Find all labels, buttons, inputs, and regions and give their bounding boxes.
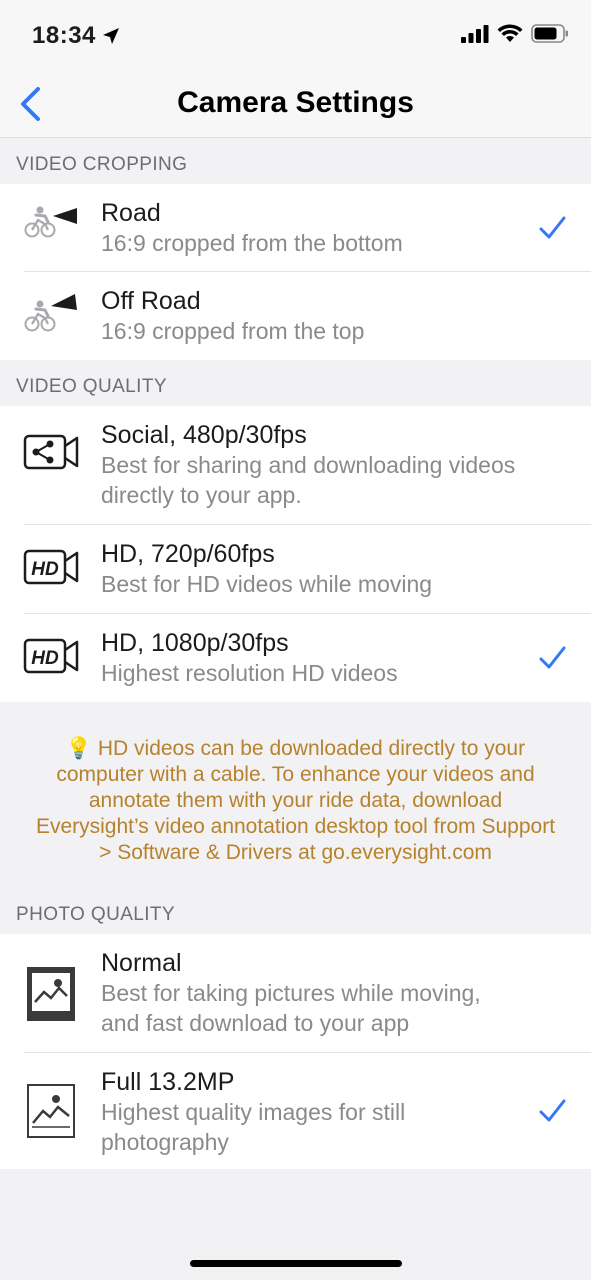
- option-row-hd-720[interactable]: HD HD, 720p/60fps Best for HD videos whi…: [0, 525, 591, 613]
- icon-container: [0, 1067, 101, 1139]
- battery-icon: [531, 24, 568, 43]
- option-texts: Social, 480p/30fps Best for sharing and …: [101, 420, 591, 524]
- page-title: Camera Settings: [177, 86, 414, 119]
- option-subtitle: Best for HD videos while moving: [101, 571, 433, 597]
- video-cropping-group: Road 16:9 cropped from the bottom Off Ro…: [0, 184, 591, 360]
- option-row-social[interactable]: Social, 480p/30fps Best for sharing and …: [0, 406, 591, 524]
- option-subtitle: Highest quality images for still photogr…: [101, 1099, 406, 1155]
- status-time: 18:34: [32, 22, 120, 50]
- option-title: HD, 1080p/30fps: [101, 629, 289, 657]
- option-title: Social, 480p/30fps: [101, 421, 307, 449]
- option-row-full-13mp[interactable]: Full 13.2MP Highest quality images for s…: [0, 1053, 591, 1169]
- option-subtitle: 16:9 cropped from the top: [101, 318, 365, 344]
- icon-container: HD: [0, 628, 101, 674]
- checkmark-icon: [539, 216, 566, 238]
- hd-badge-text: HD: [31, 648, 59, 669]
- section-header-photo-quality: PHOTO QUALITY: [16, 904, 175, 925]
- option-subtitle: 16:9 cropped from the bottom: [101, 230, 403, 256]
- option-title: Normal: [101, 949, 182, 977]
- option-title: Road: [101, 199, 161, 227]
- option-texts: Off Road 16:9 cropped from the top: [101, 286, 591, 360]
- option-texts: Full 13.2MP Highest quality images for s…: [101, 1067, 591, 1171]
- option-title: Full 13.2MP: [101, 1068, 235, 1096]
- cellular-signal-icon: [461, 24, 489, 43]
- option-texts: Road 16:9 cropped from the bottom: [101, 198, 591, 272]
- photo-outline-icon: [26, 1084, 75, 1138]
- home-indicator[interactable]: [190, 1260, 402, 1267]
- icon-container: [0, 286, 101, 334]
- cyclist-camera-icon: [24, 206, 77, 238]
- section-header-video-cropping: VIDEO CROPPING: [16, 154, 188, 175]
- option-title: HD, 720p/60fps: [101, 540, 275, 568]
- icon-container: [0, 420, 101, 470]
- option-texts: Normal Best for taking pictures while mo…: [101, 948, 591, 1052]
- icon-container: [0, 198, 101, 238]
- share-video-icon: [23, 434, 78, 470]
- option-subtitle: Best for sharing and downloading videos …: [101, 452, 516, 508]
- hd-download-note: 💡 HD videos can be downloaded directly t…: [35, 737, 556, 864]
- hd-video-icon: HD: [23, 549, 78, 585]
- time-label: 18:34: [32, 22, 96, 49]
- option-row-road[interactable]: Road 16:9 cropped from the bottom: [0, 184, 591, 271]
- photo-quality-group: Normal Best for taking pictures while mo…: [0, 934, 591, 1169]
- checkmark-icon: [539, 1099, 566, 1122]
- option-texts: HD, 1080p/30fps Highest resolution HD vi…: [101, 628, 591, 702]
- status-icons: [461, 24, 569, 43]
- icon-container: [0, 948, 101, 1022]
- hd-video-icon: HD: [23, 638, 78, 674]
- navigation-bar: Camera Settings: [0, 70, 591, 138]
- option-row-off-road[interactable]: Off Road 16:9 cropped from the top: [0, 272, 591, 360]
- option-row-normal[interactable]: Normal Best for taking pictures while mo…: [0, 934, 591, 1052]
- option-subtitle: Best for taking pictures while moving, a…: [101, 980, 481, 1036]
- option-title: Off Road: [101, 287, 201, 315]
- option-texts: HD, 720p/60fps Best for HD videos while …: [101, 539, 591, 613]
- cyclist-camera-up-icon: [24, 294, 77, 332]
- section-header-video-quality: VIDEO QUALITY: [16, 376, 167, 397]
- status-bar: 18:34: [0, 0, 591, 70]
- video-quality-group: Social, 480p/30fps Best for sharing and …: [0, 406, 591, 702]
- icon-container: HD: [0, 539, 101, 585]
- option-subtitle: Highest resolution HD videos: [101, 660, 398, 686]
- photo-filled-icon: [26, 967, 75, 1021]
- hd-badge-text: HD: [31, 559, 59, 580]
- checkmark-icon: [539, 646, 566, 669]
- wifi-icon: [497, 24, 523, 42]
- option-row-hd-1080[interactable]: HD HD, 1080p/30fps Highest resolution HD…: [0, 614, 591, 702]
- location-arrow-icon: [102, 28, 119, 44]
